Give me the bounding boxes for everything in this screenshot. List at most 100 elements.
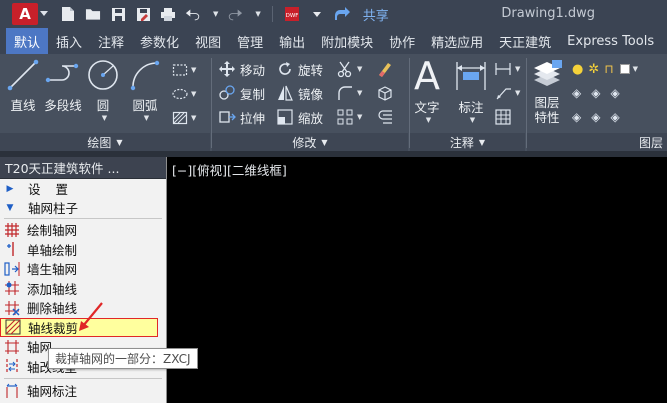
app-logo-letter: A <box>19 5 31 23</box>
copy-icon <box>219 85 235 100</box>
mirror-button[interactable]: 镜像 <box>276 83 323 103</box>
erase-button[interactable] <box>376 59 394 79</box>
circle-dropdown-icon[interactable]: ▼ <box>102 114 107 122</box>
leader-button[interactable]: ▼ <box>494 83 520 103</box>
command-add-axis[interactable]: 添加轴线 <box>0 279 166 299</box>
text-icon: A <box>414 54 440 98</box>
ellipse-button[interactable]: ▼ <box>172 84 196 104</box>
rotate-icon <box>279 62 291 75</box>
array-button[interactable]: ▼ <box>336 107 362 127</box>
color-swatch-icon <box>619 64 630 74</box>
chevron-down-icon: ▼ <box>321 137 328 147</box>
print-icon[interactable] <box>160 6 176 22</box>
tab-view[interactable]: 视图 <box>187 28 229 54</box>
rectangle-dropdown-icon[interactable]: ▼ <box>191 66 196 74</box>
single-axis-icon <box>3 241 20 258</box>
document-title: Drawing1.dwg <box>501 6 595 21</box>
dimension-button[interactable]: 标注 ▼ <box>454 58 488 124</box>
rectangle-button[interactable]: ▼ <box>172 60 196 80</box>
fillet-button[interactable]: ▼ <box>336 83 362 103</box>
trim-button[interactable]: ▼ <box>336 59 362 79</box>
hatch-dropdown-icon[interactable]: ▼ <box>191 114 196 122</box>
arc-dropdown-icon[interactable]: ▼ <box>144 114 149 122</box>
3d-box-button[interactable] <box>376 83 394 103</box>
linear-dimension-button[interactable]: ▼ <box>494 59 520 79</box>
fillet-dropdown-icon[interactable]: ▼ <box>357 89 362 97</box>
rotate-button[interactable]: 旋转 <box>276 59 323 79</box>
hatch-button[interactable]: ▼ <box>172 108 196 128</box>
draw-panel-footer[interactable]: 绘图 ▼ <box>0 133 210 151</box>
move-button[interactable]: 移动 <box>218 59 265 79</box>
dimension-dropdown-icon[interactable]: ▼ <box>470 116 475 124</box>
viewport-controls[interactable]: [−][俯视][二维线框] <box>172 160 287 179</box>
wall-to-grid-icon <box>3 260 20 277</box>
offset-button[interactable] <box>376 107 394 127</box>
chevron-down-icon: ▼ <box>478 137 486 147</box>
menu-axis-grid-column[interactable]: ▼ 轴网柱子 <box>0 198 166 217</box>
layer-properties-button[interactable]: 图层特性 <box>530 58 564 125</box>
fillet-icon <box>338 86 352 100</box>
customize-dropdown-icon[interactable] <box>309 6 325 22</box>
move-icon <box>219 61 235 77</box>
save-icon[interactable] <box>110 6 126 22</box>
tab-tangent-arch[interactable]: 天正建筑 <box>491 28 559 54</box>
tab-annotate[interactable]: 注释 <box>90 28 132 54</box>
circle-button[interactable]: 圆 ▼ <box>86 58 120 122</box>
ellipse-dropdown-icon[interactable]: ▼ <box>191 90 196 98</box>
tab-output[interactable]: 输出 <box>271 28 313 54</box>
command-single-axis[interactable]: 单轴绘制 <box>0 240 166 260</box>
scale-button[interactable]: 缩放 <box>276 107 323 127</box>
redo-icon[interactable] <box>227 6 243 22</box>
layer-tools-row-1[interactable]: ◈ ◈ ◈ <box>572 83 620 103</box>
tab-express-tools[interactable]: Express Tools <box>559 28 662 54</box>
redo-dropdown-icon[interactable]: ▼ <box>255 10 260 18</box>
layer-tool-icon: ◈ <box>591 86 601 100</box>
layer-dropdown-icon[interactable]: ▼ <box>633 65 638 73</box>
layer-stack-icon <box>534 60 562 86</box>
arc-icon <box>130 60 160 91</box>
layer-tool-icon: ◈ <box>610 86 620 100</box>
layer-state-row[interactable]: ● ✲ ⊓ ▼ <box>572 59 638 79</box>
tab-parametric[interactable]: 参数化 <box>132 28 187 54</box>
undo-dropdown-icon[interactable]: ▼ <box>213 10 218 18</box>
stretch-button[interactable]: 拉伸 <box>218 107 265 127</box>
undo-icon[interactable] <box>185 6 201 22</box>
trim-dropdown-icon[interactable]: ▼ <box>357 65 362 73</box>
dwf-publish-icon[interactable]: DWF <box>284 6 300 22</box>
menu-settings[interactable]: ▶ 设置 <box>0 179 166 198</box>
new-file-icon[interactable] <box>60 6 76 22</box>
linear-dim-dropdown-icon[interactable]: ▼ <box>515 65 520 73</box>
arc-button[interactable]: 圆弧 ▼ <box>128 58 162 122</box>
text-dropdown-icon[interactable]: ▼ <box>426 116 431 124</box>
share-icon[interactable] <box>334 6 350 22</box>
share-label[interactable]: 共享 <box>363 5 389 24</box>
open-folder-icon[interactable] <box>85 6 101 22</box>
tab-featured-apps[interactable]: 精选应用 <box>423 28 491 54</box>
polyline-button[interactable]: 多段线 <box>44 58 82 114</box>
tab-insert[interactable]: 插入 <box>48 28 90 54</box>
layer-tools-row-2[interactable]: ◈ ◈ ◈ <box>572 107 620 127</box>
save-as-icon[interactable] <box>135 6 151 22</box>
command-wall-to-grid[interactable]: 墙生轴网 <box>0 259 166 279</box>
command-draw-grid[interactable]: 绘制轴网 <box>0 220 166 240</box>
quick-access-toolbar: ▼ ▼ DWF 共享 <box>60 5 389 24</box>
text-button[interactable]: A 文字 ▼ <box>414 54 440 124</box>
tab-default[interactable]: 默认 <box>6 28 49 54</box>
leader-dropdown-icon[interactable]: ▼ <box>515 89 520 97</box>
line-button[interactable]: 直线 <box>6 58 40 114</box>
array-dropdown-icon[interactable]: ▼ <box>357 113 362 121</box>
layers-panel-footer[interactable]: 图层 <box>527 133 667 151</box>
modify-panel-footer[interactable]: 修改 ▼ <box>212 133 408 151</box>
drawing-viewport[interactable]: [−][俯视][二维线框] <box>168 157 667 403</box>
table-button[interactable] <box>494 107 512 127</box>
annotation-panel-footer[interactable]: 注释 ▼ <box>410 133 525 151</box>
tab-collaborate[interactable]: 协作 <box>381 28 423 54</box>
tab-addins[interactable]: 附加模块 <box>313 28 381 54</box>
command-grid-dimension[interactable]: 轴网标注 <box>0 381 166 401</box>
palette-title[interactable]: T20天正建筑软件 ... <box>0 157 166 179</box>
application-menu-button[interactable]: A <box>12 3 48 25</box>
menu-divider <box>4 218 162 219</box>
copy-button[interactable]: 复制 <box>218 83 265 103</box>
tab-manage[interactable]: 管理 <box>229 28 271 54</box>
array-icon <box>337 109 353 125</box>
